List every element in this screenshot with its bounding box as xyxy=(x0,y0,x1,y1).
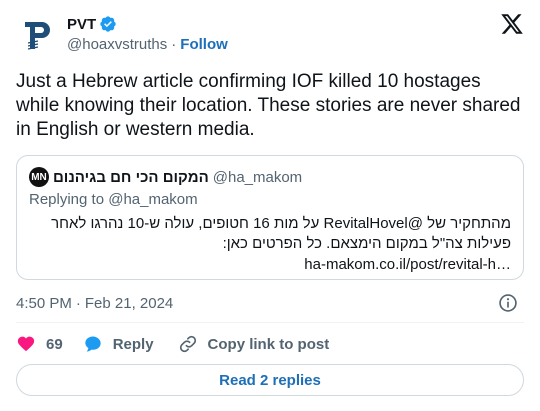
tweet-meta: 4:50 PM · Feb 21, 2024 xyxy=(16,293,524,313)
quoted-avatar: MN xyxy=(29,167,49,187)
info-icon[interactable] xyxy=(498,293,518,313)
author-sub-row: @hoaxvstruths · Follow xyxy=(67,34,228,54)
action-bar: 69 Reply Copy link to post xyxy=(16,333,353,355)
read-replies-button[interactable]: Read 2 replies xyxy=(16,364,524,396)
author-avatar[interactable] xyxy=(16,14,56,54)
embedded-tweet-card: PVT @hoaxvstruths · Follow Just a Hebrew… xyxy=(0,0,540,411)
quoted-tweet[interactable]: MN המקום הכי חם בגיהנום @ha_makom Replyi… xyxy=(16,155,524,280)
author-block: PVT @hoaxvstruths · Follow xyxy=(67,14,228,54)
replying-to: Replying to @ha_makom xyxy=(29,191,198,208)
reply-bubble-icon xyxy=(85,336,101,352)
like-button[interactable]: 69 xyxy=(16,334,63,354)
author-handle[interactable]: @hoaxvstruths xyxy=(67,36,167,53)
replying-prefix: Replying to xyxy=(29,191,105,208)
tweet-date[interactable]: Feb 21, 2024 xyxy=(85,295,173,312)
reply-label: Reply xyxy=(112,335,154,353)
avatar-logo-icon xyxy=(16,14,56,54)
tweet-text: Just a Hebrew article confirming IOF kil… xyxy=(16,71,521,140)
verified-badge-icon xyxy=(100,16,116,32)
tweet-time[interactable]: 4:50 PM xyxy=(16,295,72,312)
quoted-tweet-link[interactable]: ha-makom.co.il/post/revital-h… xyxy=(304,255,511,275)
copy-link-label: Copy link to post xyxy=(207,335,330,353)
author-name-row: PVT xyxy=(67,14,228,34)
tweet-header: PVT @hoaxvstruths · Follow xyxy=(16,12,524,56)
replying-handle: @ha_makom xyxy=(108,191,198,208)
link-icon xyxy=(179,335,196,353)
separator-dot: · xyxy=(75,294,81,312)
heart-icon xyxy=(17,336,35,352)
separator-dot: · xyxy=(171,35,177,53)
likes-count: 69 xyxy=(46,335,63,353)
reply-button[interactable]: Reply xyxy=(83,334,154,354)
copy-link-button[interactable]: Copy link to post xyxy=(178,334,330,354)
quoted-tweet-text: מהתחקיר של @RevitalHovel על מות 16 חטופי… xyxy=(51,215,511,252)
quoted-author-handle: @ha_makom xyxy=(212,168,303,186)
follow-link[interactable]: Follow xyxy=(180,36,228,53)
author-name[interactable]: PVT xyxy=(67,16,96,33)
quoted-tweet-header: MN המקום הכי חם בגיהנום @ha_makom xyxy=(29,167,302,187)
divider xyxy=(16,322,524,323)
x-logo-icon[interactable] xyxy=(500,12,524,36)
quoted-author-name: המקום הכי חם בגיהנום xyxy=(53,168,209,186)
